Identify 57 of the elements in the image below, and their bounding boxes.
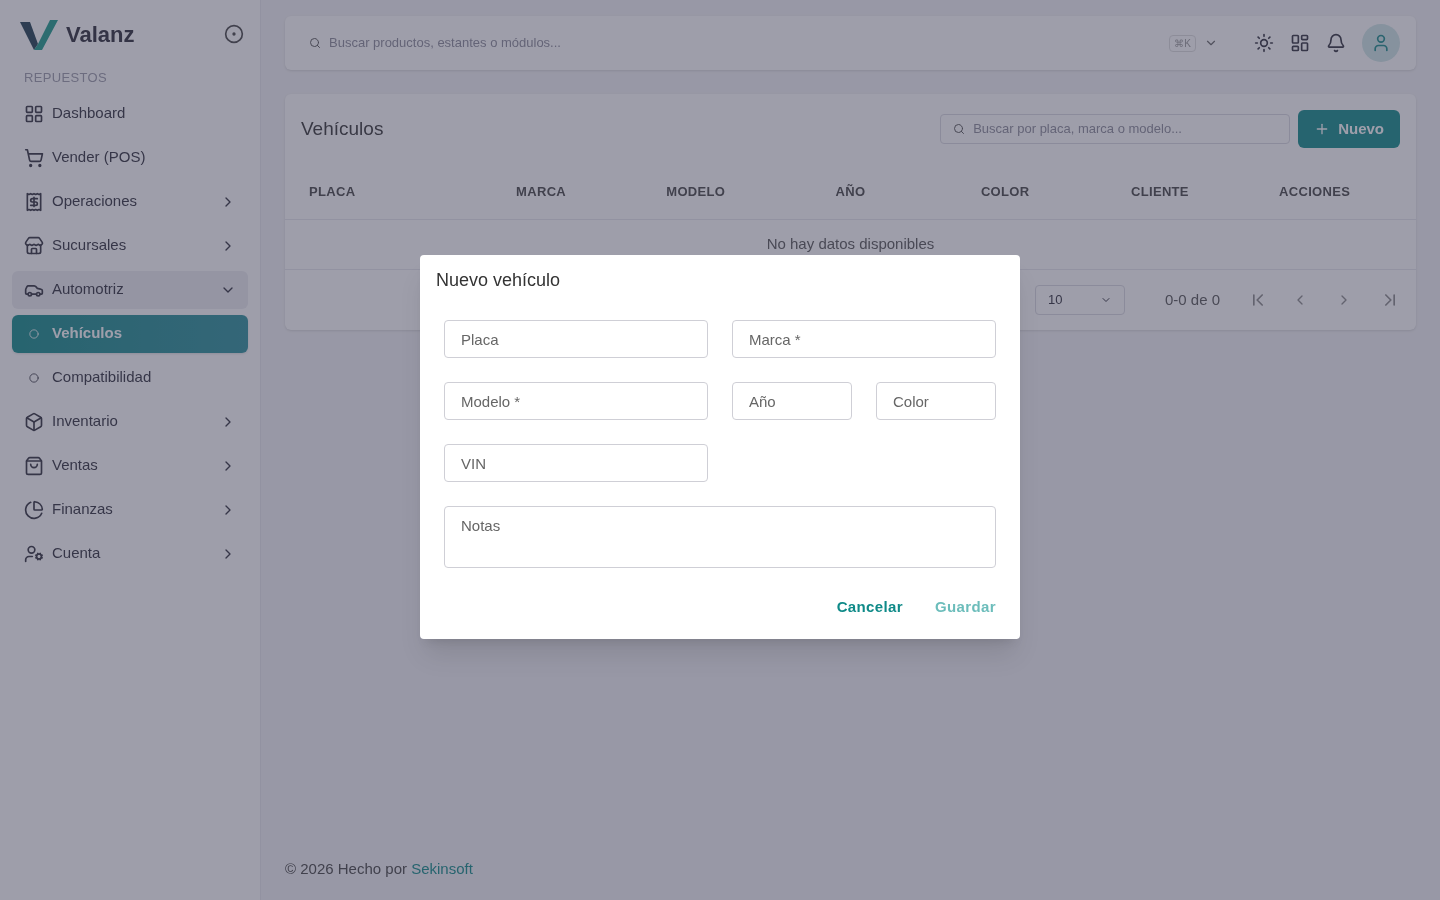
logo-icon [20,18,58,50]
pie-chart-icon [24,499,44,520]
brand-name: Valanz [66,20,135,49]
nav-item[interactable]: Vehículos [12,314,248,353]
grid-icon [24,103,44,124]
column-header: AÑO [834,182,867,201]
dot-icon [29,372,39,383]
column-header: CLIENTE [1129,182,1190,201]
nav-item[interactable]: Finanzas [12,490,248,529]
dot-icon [29,328,39,339]
column-header: MARCA [515,182,568,201]
box-icon [24,411,44,432]
column-header: ACCIONES [1278,182,1352,201]
search-input[interactable]: Buscar productos, estantes o módulos... [329,33,1170,53]
theme-toggle-icon[interactable] [1254,33,1274,53]
column-header: MODELO [665,182,727,201]
search-icon [953,123,966,135]
text-field[interactable]: VIN [444,444,708,482]
vehicle-search-field[interactable]: Buscar por placa, marca o modelo... [940,114,1291,144]
footer-link[interactable]: Sekinsoft [411,859,473,877]
footer-text: © 2026 Hecho por [285,859,408,877]
search-input[interactable]: Buscar por placa, marca o modelo... [973,119,1278,139]
nav-item[interactable]: Cuenta [12,534,248,573]
text-field[interactable]: Placa [444,320,708,358]
nav-item[interactable]: Operaciones [12,182,248,221]
notes-field[interactable]: Notas [444,506,996,568]
page-title: Vehículos [301,116,384,141]
dialog-title: Nuevo vehículo [436,269,562,292]
nav-item[interactable]: Compatibilidad [12,358,248,397]
nav-item[interactable]: Dashboard [12,94,248,133]
text-field[interactable]: Modelo * [444,382,708,420]
search-icon [309,37,321,49]
bag-icon [24,455,44,476]
user-gear-icon [24,543,44,564]
store-icon [24,235,44,256]
receipt-icon [24,191,44,212]
page-size-select[interactable]: 10 [1034,285,1125,315]
page-range: 0-0 de 0 [1164,289,1220,310]
apps-icon[interactable] [1290,33,1310,53]
column-header: PLACA [309,182,357,201]
nav-item[interactable]: Ventas [12,446,248,485]
nav-item[interactable]: Vender (POS) [12,138,248,177]
cart-icon [24,147,44,168]
nav-item[interactable]: Sucursales [12,226,248,265]
text-field[interactable]: Marca * [732,320,996,358]
nav-item[interactable]: Automotriz [12,270,248,309]
notifications-icon[interactable] [1326,33,1346,53]
cancel-button[interactable]: Cancelar [836,596,903,619]
collapse-toggle-icon[interactable] [224,24,244,44]
new-button[interactable]: Nuevo [1298,110,1400,148]
user-icon [1371,33,1391,53]
nav-item[interactable]: Inventario [12,402,248,441]
text-field[interactable]: Año [732,382,852,420]
text-field[interactable]: Color [876,382,996,420]
empty-message: No hay datos disponibles [766,234,935,255]
user-avatar[interactable] [1362,24,1400,62]
column-header: COLOR [979,182,1031,201]
